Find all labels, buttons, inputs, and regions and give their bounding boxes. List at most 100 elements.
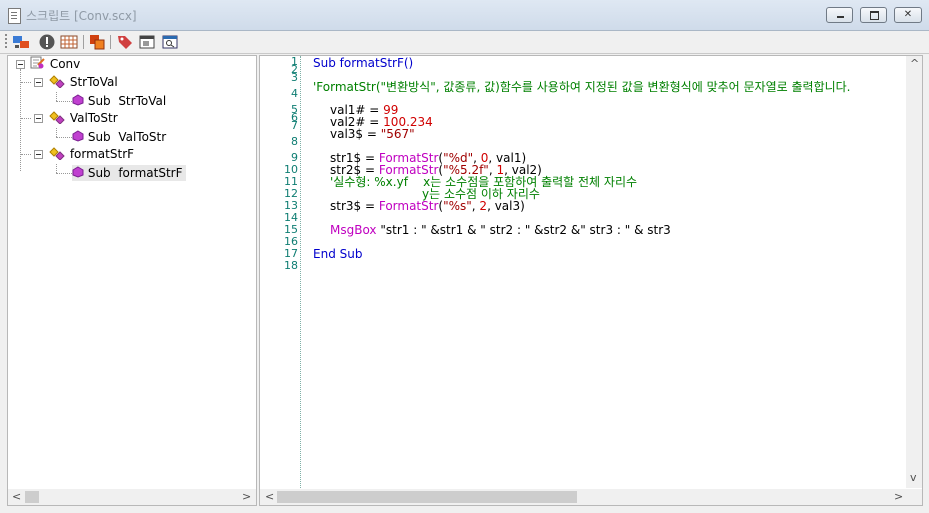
code-line-1[interactable]: Sub formatStrF(): [313, 57, 413, 69]
scroll-up-icon[interactable]: ^: [910, 56, 919, 72]
assignment: str3$ =: [330, 199, 379, 213]
code-line-15[interactable]: MsgBox "str1 : " &str1 & " str2 : " &str…: [330, 224, 671, 236]
keyword: Sub: [313, 56, 336, 70]
collapse-icon[interactable]: [34, 78, 43, 87]
string-literal: "str1 : ": [376, 223, 427, 237]
line-number: 18: [284, 259, 298, 272]
line-number: 15: [284, 223, 298, 236]
project-icon: [30, 56, 45, 69]
scroll-left-icon[interactable]: <: [12, 489, 21, 505]
tree-line: [21, 82, 31, 83]
tree-line: [56, 92, 57, 101]
code-line-3[interactable]: 'FormatStr("변환방식", 값종류, 값)함수를 사용하여 지정된 값…: [313, 81, 851, 93]
stop-button[interactable]: [38, 33, 56, 51]
tree-line: [56, 137, 72, 138]
line-number: 14: [284, 211, 298, 224]
close-button[interactable]: ✕: [894, 7, 922, 23]
tree-line: [56, 101, 72, 102]
run-script-button[interactable]: [12, 33, 30, 51]
copy-button[interactable]: [88, 33, 106, 51]
title-bar: 스크립트 [Conv.scx] ✕: [0, 0, 929, 31]
script-tree[interactable]: Conv StrToVal Sub StrToVal ValToStr Sub …: [7, 55, 257, 506]
tree-group-label: formatStrF: [69, 147, 135, 161]
tree-line: [56, 128, 57, 137]
line-number: 16: [284, 235, 298, 248]
tree-sub-strtoval[interactable]: Sub StrToVal: [72, 93, 166, 109]
tree-line: [20, 69, 21, 171]
module-icon: [49, 111, 65, 125]
line-number: 13: [284, 199, 298, 212]
scroll-right-icon[interactable]: >: [242, 489, 251, 505]
scroll-right-icon[interactable]: >: [894, 489, 903, 505]
script-file-icon: [8, 8, 21, 24]
line-number: 11: [284, 175, 298, 188]
scroll-left-icon[interactable]: <: [265, 489, 274, 505]
string-literal: "%s": [443, 199, 472, 213]
sub-icon: [72, 130, 84, 142]
tree-sub-formatstrf-selected[interactable]: Sub formatStrF: [72, 165, 186, 181]
tree-line: [56, 164, 57, 173]
tree-group-valtostr[interactable]: ValToStr: [48, 110, 118, 126]
concat: &str2 &: [530, 223, 581, 237]
number-literal: 2: [479, 199, 488, 213]
line-number: 9: [291, 151, 298, 164]
grid-icon: [60, 35, 78, 49]
line-number-gutter: 1 2 3 4 5 6 7 8 9 10 11 12 13 14 15 16 1…: [260, 56, 301, 488]
collapse-icon[interactable]: [16, 60, 25, 69]
line-number: 4: [291, 87, 298, 100]
scroll-down-icon[interactable]: v: [910, 470, 917, 486]
scroll-thumb[interactable]: [277, 491, 577, 503]
tree-horizontal-scrollbar[interactable]: < >: [8, 489, 256, 505]
window-button[interactable]: [138, 33, 156, 51]
preview-button[interactable]: [161, 33, 179, 51]
grid-button[interactable]: [60, 33, 78, 51]
tree-group-label: StrToVal: [69, 75, 118, 89]
line-number: 10: [284, 163, 298, 176]
line-number: 12: [284, 187, 298, 200]
copy-icon: [90, 35, 105, 50]
sub-icon: [72, 94, 84, 106]
collapse-icon[interactable]: [34, 114, 43, 123]
tree-root[interactable]: Conv: [30, 56, 80, 72]
editor-vertical-scrollbar[interactable]: ^ v: [906, 56, 922, 488]
toolbar-separator: [110, 35, 111, 49]
tree-root-label: Conv: [49, 57, 81, 71]
scroll-thumb[interactable]: [25, 491, 39, 503]
sub-name: ValToStr: [118, 130, 167, 144]
editor-horizontal-scrollbar[interactable]: < >: [260, 489, 922, 505]
line-number: 7: [291, 119, 298, 132]
tree-group-formatstrf[interactable]: formatStrF: [48, 146, 134, 162]
sub-name: formatStrF: [118, 166, 183, 180]
sub-kind: Sub: [87, 130, 111, 144]
minimize-button[interactable]: [826, 7, 853, 23]
tree-group-label: ValToStr: [69, 111, 118, 125]
close-icon: ✕: [903, 9, 913, 20]
window-icon: [139, 35, 155, 49]
string-literal: " str3 : ": [580, 223, 631, 237]
tag-button[interactable]: [116, 33, 134, 51]
concat: &str1 &: [426, 223, 481, 237]
collapse-icon[interactable]: [34, 150, 43, 159]
tree-sub-valtostr[interactable]: Sub ValToStr: [72, 129, 166, 145]
window-title: 스크립트 [Conv.scx]: [26, 9, 137, 23]
code-editor[interactable]: 1 2 3 4 5 6 7 8 9 10 11 12 13 14 15 16 1…: [259, 55, 923, 506]
line-number: 3: [291, 71, 298, 84]
sub-icon: [72, 166, 84, 178]
assignment: val3$ =: [330, 127, 381, 141]
tree-line: [21, 154, 31, 155]
tree-line: [56, 173, 72, 174]
code-line-17[interactable]: End Sub: [313, 248, 362, 260]
tree-group-strtoval[interactable]: StrToVal: [48, 74, 118, 90]
maximize-button[interactable]: [860, 7, 887, 23]
sub-name: formatStrF(): [335, 56, 414, 70]
code-line-7[interactable]: val3$ = "567": [330, 128, 415, 140]
toolbar: [0, 31, 929, 54]
code-line-13[interactable]: str3$ = FormatStr("%s", 2, val3): [330, 200, 525, 212]
string-literal: "567": [380, 127, 415, 141]
module-icon: [49, 75, 65, 89]
function-name: FormatStr: [378, 199, 439, 213]
run-script-icon: [13, 36, 29, 48]
toolbar-grip[interactable]: [5, 34, 7, 50]
toolbar-separator: [83, 35, 84, 49]
string-literal: " str2 : ": [480, 223, 531, 237]
